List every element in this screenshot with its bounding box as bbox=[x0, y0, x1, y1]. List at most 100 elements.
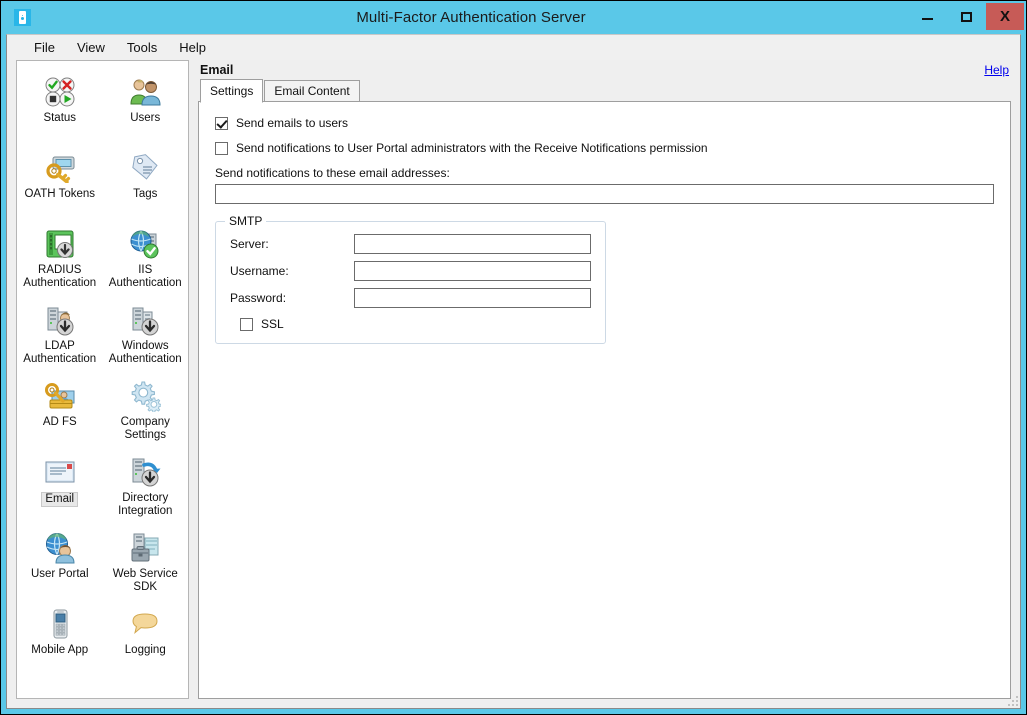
main-header: Email Help bbox=[198, 60, 1011, 81]
smtp-group-title: SMTP bbox=[225, 214, 266, 228]
smtp-server-label: Server: bbox=[230, 237, 354, 251]
maximize-button[interactable] bbox=[947, 3, 985, 30]
tags-icon bbox=[128, 151, 162, 185]
client-area: File View Tools Help bbox=[6, 34, 1021, 709]
sidebar-item-user-portal[interactable]: User Portal bbox=[17, 525, 103, 601]
smtp-server-input[interactable] bbox=[354, 234, 591, 254]
close-icon: X bbox=[1000, 9, 1010, 24]
minimize-icon bbox=[922, 18, 933, 20]
sidebar-item-label: Directory Integration bbox=[105, 492, 187, 517]
smtp-password-row: Password: bbox=[230, 288, 591, 308]
notify-addresses-label: Send notifications to these email addres… bbox=[215, 166, 994, 180]
sidebar-item-web-service-sdk[interactable]: Web Service SDK bbox=[103, 525, 189, 601]
tab-email-content[interactable]: Email Content bbox=[264, 80, 359, 102]
smtp-username-label: Username: bbox=[230, 264, 354, 278]
menu-bar: File View Tools Help bbox=[7, 35, 1020, 60]
sidebar-item-label: LDAP Authentication bbox=[19, 340, 101, 365]
maximize-icon bbox=[961, 12, 972, 22]
body-split: Status bbox=[7, 60, 1020, 708]
tab-panel-settings: Send emails to users Send notifications … bbox=[198, 101, 1011, 699]
mobile-app-icon bbox=[43, 607, 77, 641]
app-icon-wrap bbox=[1, 1, 35, 34]
email-icon bbox=[43, 455, 77, 489]
sidebar-item-email[interactable]: Email bbox=[17, 449, 103, 525]
window-controls: X bbox=[907, 1, 1026, 34]
main-panel: Email Help Settings Email Content Send e… bbox=[198, 60, 1011, 699]
sidebar-item-label: Mobile App bbox=[31, 644, 88, 657]
application-window: Multi-Factor Authentication Server X Fil… bbox=[0, 0, 1027, 715]
sidebar-item-label: Tags bbox=[133, 188, 157, 201]
status-icon bbox=[43, 75, 77, 109]
directory-integration-icon bbox=[128, 455, 162, 489]
tab-strip: Settings Email Content bbox=[198, 81, 1011, 102]
web-service-sdk-icon bbox=[128, 531, 162, 565]
radius-authentication-icon bbox=[43, 227, 77, 261]
sidebar-item-label: Web Service SDK bbox=[105, 568, 187, 593]
sidebar-item-logging[interactable]: Logging bbox=[103, 601, 189, 677]
sidebar-item-windows-authentication[interactable]: Windows Authentication bbox=[103, 297, 189, 373]
menu-item-file[interactable]: File bbox=[23, 37, 66, 58]
tab-settings[interactable]: Settings bbox=[200, 79, 263, 103]
sidebar-item-label: Users bbox=[130, 112, 160, 125]
sidebar-item-label: Logging bbox=[125, 644, 166, 657]
sidebar-item-label: Company Settings bbox=[105, 416, 187, 441]
send-emails-label: Send emails to users bbox=[236, 116, 348, 130]
sidebar-item-directory-integration[interactable]: Directory Integration bbox=[103, 449, 189, 525]
adfs-icon bbox=[43, 379, 77, 413]
sidebar-item-label: RADIUS Authentication bbox=[19, 264, 101, 289]
send-notifications-label: Send notifications to User Portal admini… bbox=[236, 141, 708, 155]
logging-icon bbox=[128, 607, 162, 641]
sidebar-item-radius-authentication[interactable]: RADIUS Authentication bbox=[17, 221, 103, 297]
lock-token-icon bbox=[14, 9, 31, 26]
sidebar-item-status[interactable]: Status bbox=[17, 69, 103, 145]
smtp-password-input[interactable] bbox=[354, 288, 591, 308]
send-emails-row[interactable]: Send emails to users bbox=[215, 116, 994, 130]
navigation-grid: Status bbox=[17, 69, 188, 677]
sidebar-item-label: User Portal bbox=[31, 568, 89, 581]
send-emails-checkbox[interactable] bbox=[215, 117, 228, 130]
iis-authentication-icon bbox=[128, 227, 162, 261]
sidebar-item-users[interactable]: Users bbox=[103, 69, 189, 145]
help-link[interactable]: Help bbox=[984, 63, 1009, 77]
smtp-ssl-checkbox[interactable] bbox=[240, 318, 253, 331]
smtp-username-row: Username: bbox=[230, 261, 591, 281]
sidebar-item-adfs[interactable]: AD FS bbox=[17, 373, 103, 449]
users-icon bbox=[128, 75, 162, 109]
ldap-authentication-icon bbox=[43, 303, 77, 337]
sidebar-item-label: Windows Authentication bbox=[105, 340, 187, 365]
smtp-group: SMTP Server: Username: Password: bbox=[215, 221, 606, 344]
sidebar-item-ldap-authentication[interactable]: LDAP Authentication bbox=[17, 297, 103, 373]
user-portal-icon bbox=[43, 531, 77, 565]
minimize-button[interactable] bbox=[908, 3, 946, 30]
windows-authentication-icon bbox=[128, 303, 162, 337]
sidebar-item-label: Email bbox=[41, 492, 78, 507]
company-settings-icon bbox=[128, 379, 162, 413]
send-notifications-checkbox[interactable] bbox=[215, 142, 228, 155]
menu-item-tools[interactable]: Tools bbox=[116, 37, 168, 58]
title-bar: Multi-Factor Authentication Server X bbox=[1, 1, 1026, 34]
sidebar-item-company-settings[interactable]: Company Settings bbox=[103, 373, 189, 449]
page-title: Email bbox=[200, 63, 233, 77]
sidebar-item-label: Status bbox=[43, 112, 76, 125]
sidebar-item-mobile-app[interactable]: Mobile App bbox=[17, 601, 103, 677]
send-notifications-row[interactable]: Send notifications to User Portal admini… bbox=[215, 141, 994, 155]
resize-grip[interactable] bbox=[1006, 694, 1018, 706]
sidebar-item-label: AD FS bbox=[43, 416, 77, 429]
sidebar-item-tags[interactable]: Tags bbox=[103, 145, 189, 221]
sidebar-item-label: IIS Authentication bbox=[105, 264, 187, 289]
menu-item-view[interactable]: View bbox=[66, 37, 116, 58]
smtp-ssl-row[interactable]: SSL bbox=[240, 317, 591, 331]
smtp-password-label: Password: bbox=[230, 291, 354, 305]
notify-addresses-input[interactable] bbox=[215, 184, 994, 204]
smtp-server-row: Server: bbox=[230, 234, 591, 254]
menu-item-help[interactable]: Help bbox=[168, 37, 217, 58]
sidebar-item-iis-authentication[interactable]: IIS Authentication bbox=[103, 221, 189, 297]
close-button[interactable]: X bbox=[986, 3, 1024, 30]
smtp-ssl-label: SSL bbox=[261, 317, 284, 331]
sidebar-item-label: OATH Tokens bbox=[24, 188, 95, 201]
window-title: Multi-Factor Authentication Server bbox=[35, 1, 907, 34]
navigation-sidebar: Status bbox=[16, 60, 189, 699]
oath-tokens-icon bbox=[43, 151, 77, 185]
smtp-username-input[interactable] bbox=[354, 261, 591, 281]
sidebar-item-oath-tokens[interactable]: OATH Tokens bbox=[17, 145, 103, 221]
